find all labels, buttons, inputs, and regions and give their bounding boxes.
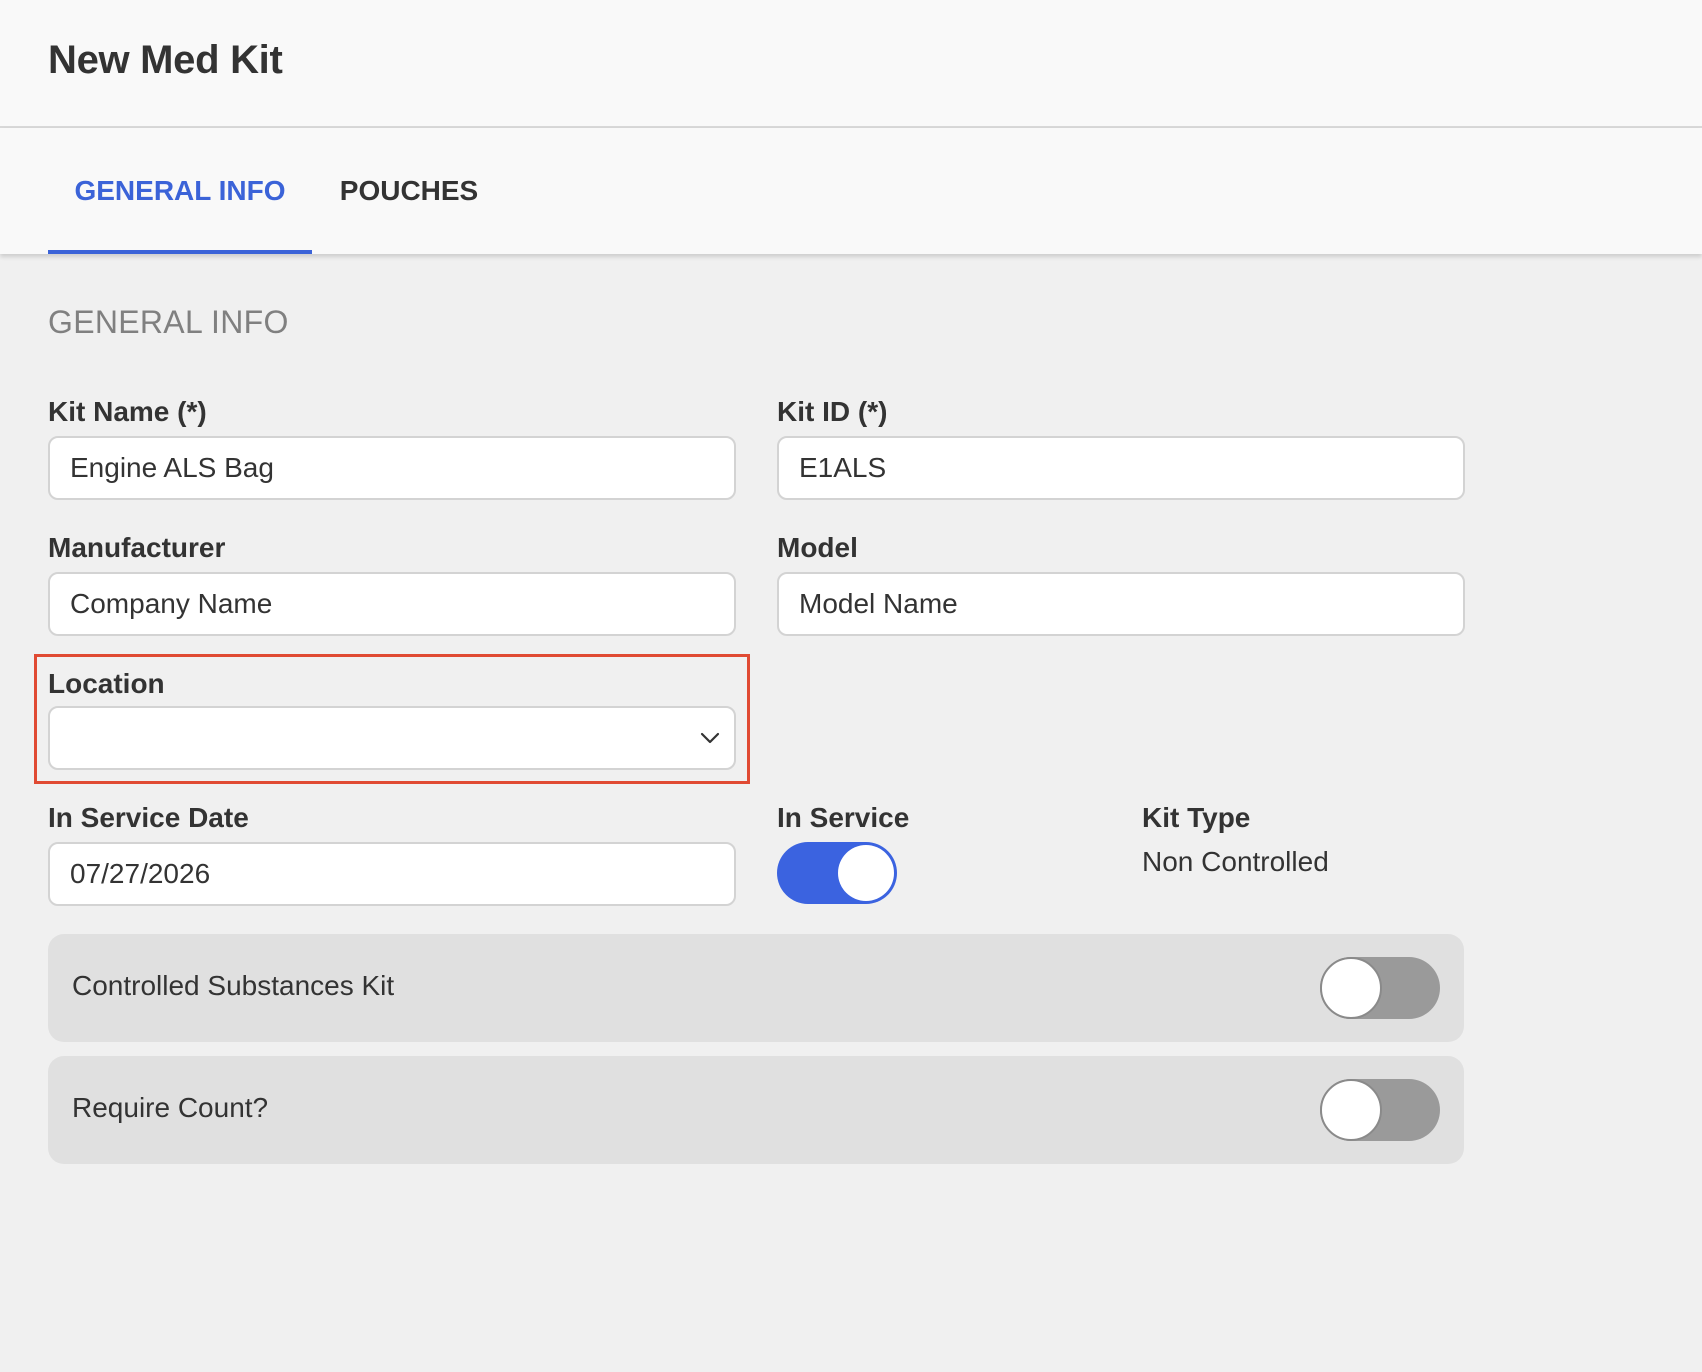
model-label: Model [777,532,858,563]
controlled-substances-toggle[interactable] [1320,957,1440,1019]
kit-name-label: Kit Name (*) [48,396,207,427]
chevron-down-icon [700,732,720,744]
section-title: GENERAL INFO [48,304,289,340]
manufacturer-label: Manufacturer [48,532,226,563]
header: New Med Kit [0,0,1702,128]
toggle-knob [838,845,894,901]
location-label: Location [48,668,165,699]
in-service-date-input[interactable] [48,842,736,906]
toggle-knob [1320,1079,1382,1141]
toggle-knob [1320,957,1382,1019]
controlled-substances-label: Controlled Substances Kit [72,970,395,1001]
tab-pouches-label: POUCHES [339,175,479,206]
page-title: New Med Kit [48,38,283,82]
controlled-substances-row: Controlled Substances Kit [48,934,1464,1042]
kit-id-input[interactable] [777,436,1465,500]
kit-name-input[interactable] [48,436,736,500]
tab-pouches[interactable]: POUCHES [312,128,506,254]
kit-type-value: Non Controlled [1142,846,1329,877]
active-tab-indicator [48,250,312,254]
kit-id-label: Kit ID (*) [777,396,888,427]
location-select[interactable] [48,706,736,770]
model-input[interactable] [777,572,1465,636]
in-service-date-label: In Service Date [48,802,249,833]
tab-bar: GENERAL INFO POUCHES [0,128,1702,254]
kit-type-label: Kit Type [1142,802,1251,833]
require-count-row: Require Count? [48,1056,1464,1164]
in-service-label: In Service [777,802,910,833]
require-count-label: Require Count? [72,1092,269,1123]
in-service-toggle[interactable] [777,842,897,904]
require-count-toggle[interactable] [1320,1079,1440,1141]
manufacturer-input[interactable] [48,572,736,636]
tab-general-info[interactable]: GENERAL INFO [48,128,312,254]
tab-general-info-label: GENERAL INFO [74,175,286,206]
